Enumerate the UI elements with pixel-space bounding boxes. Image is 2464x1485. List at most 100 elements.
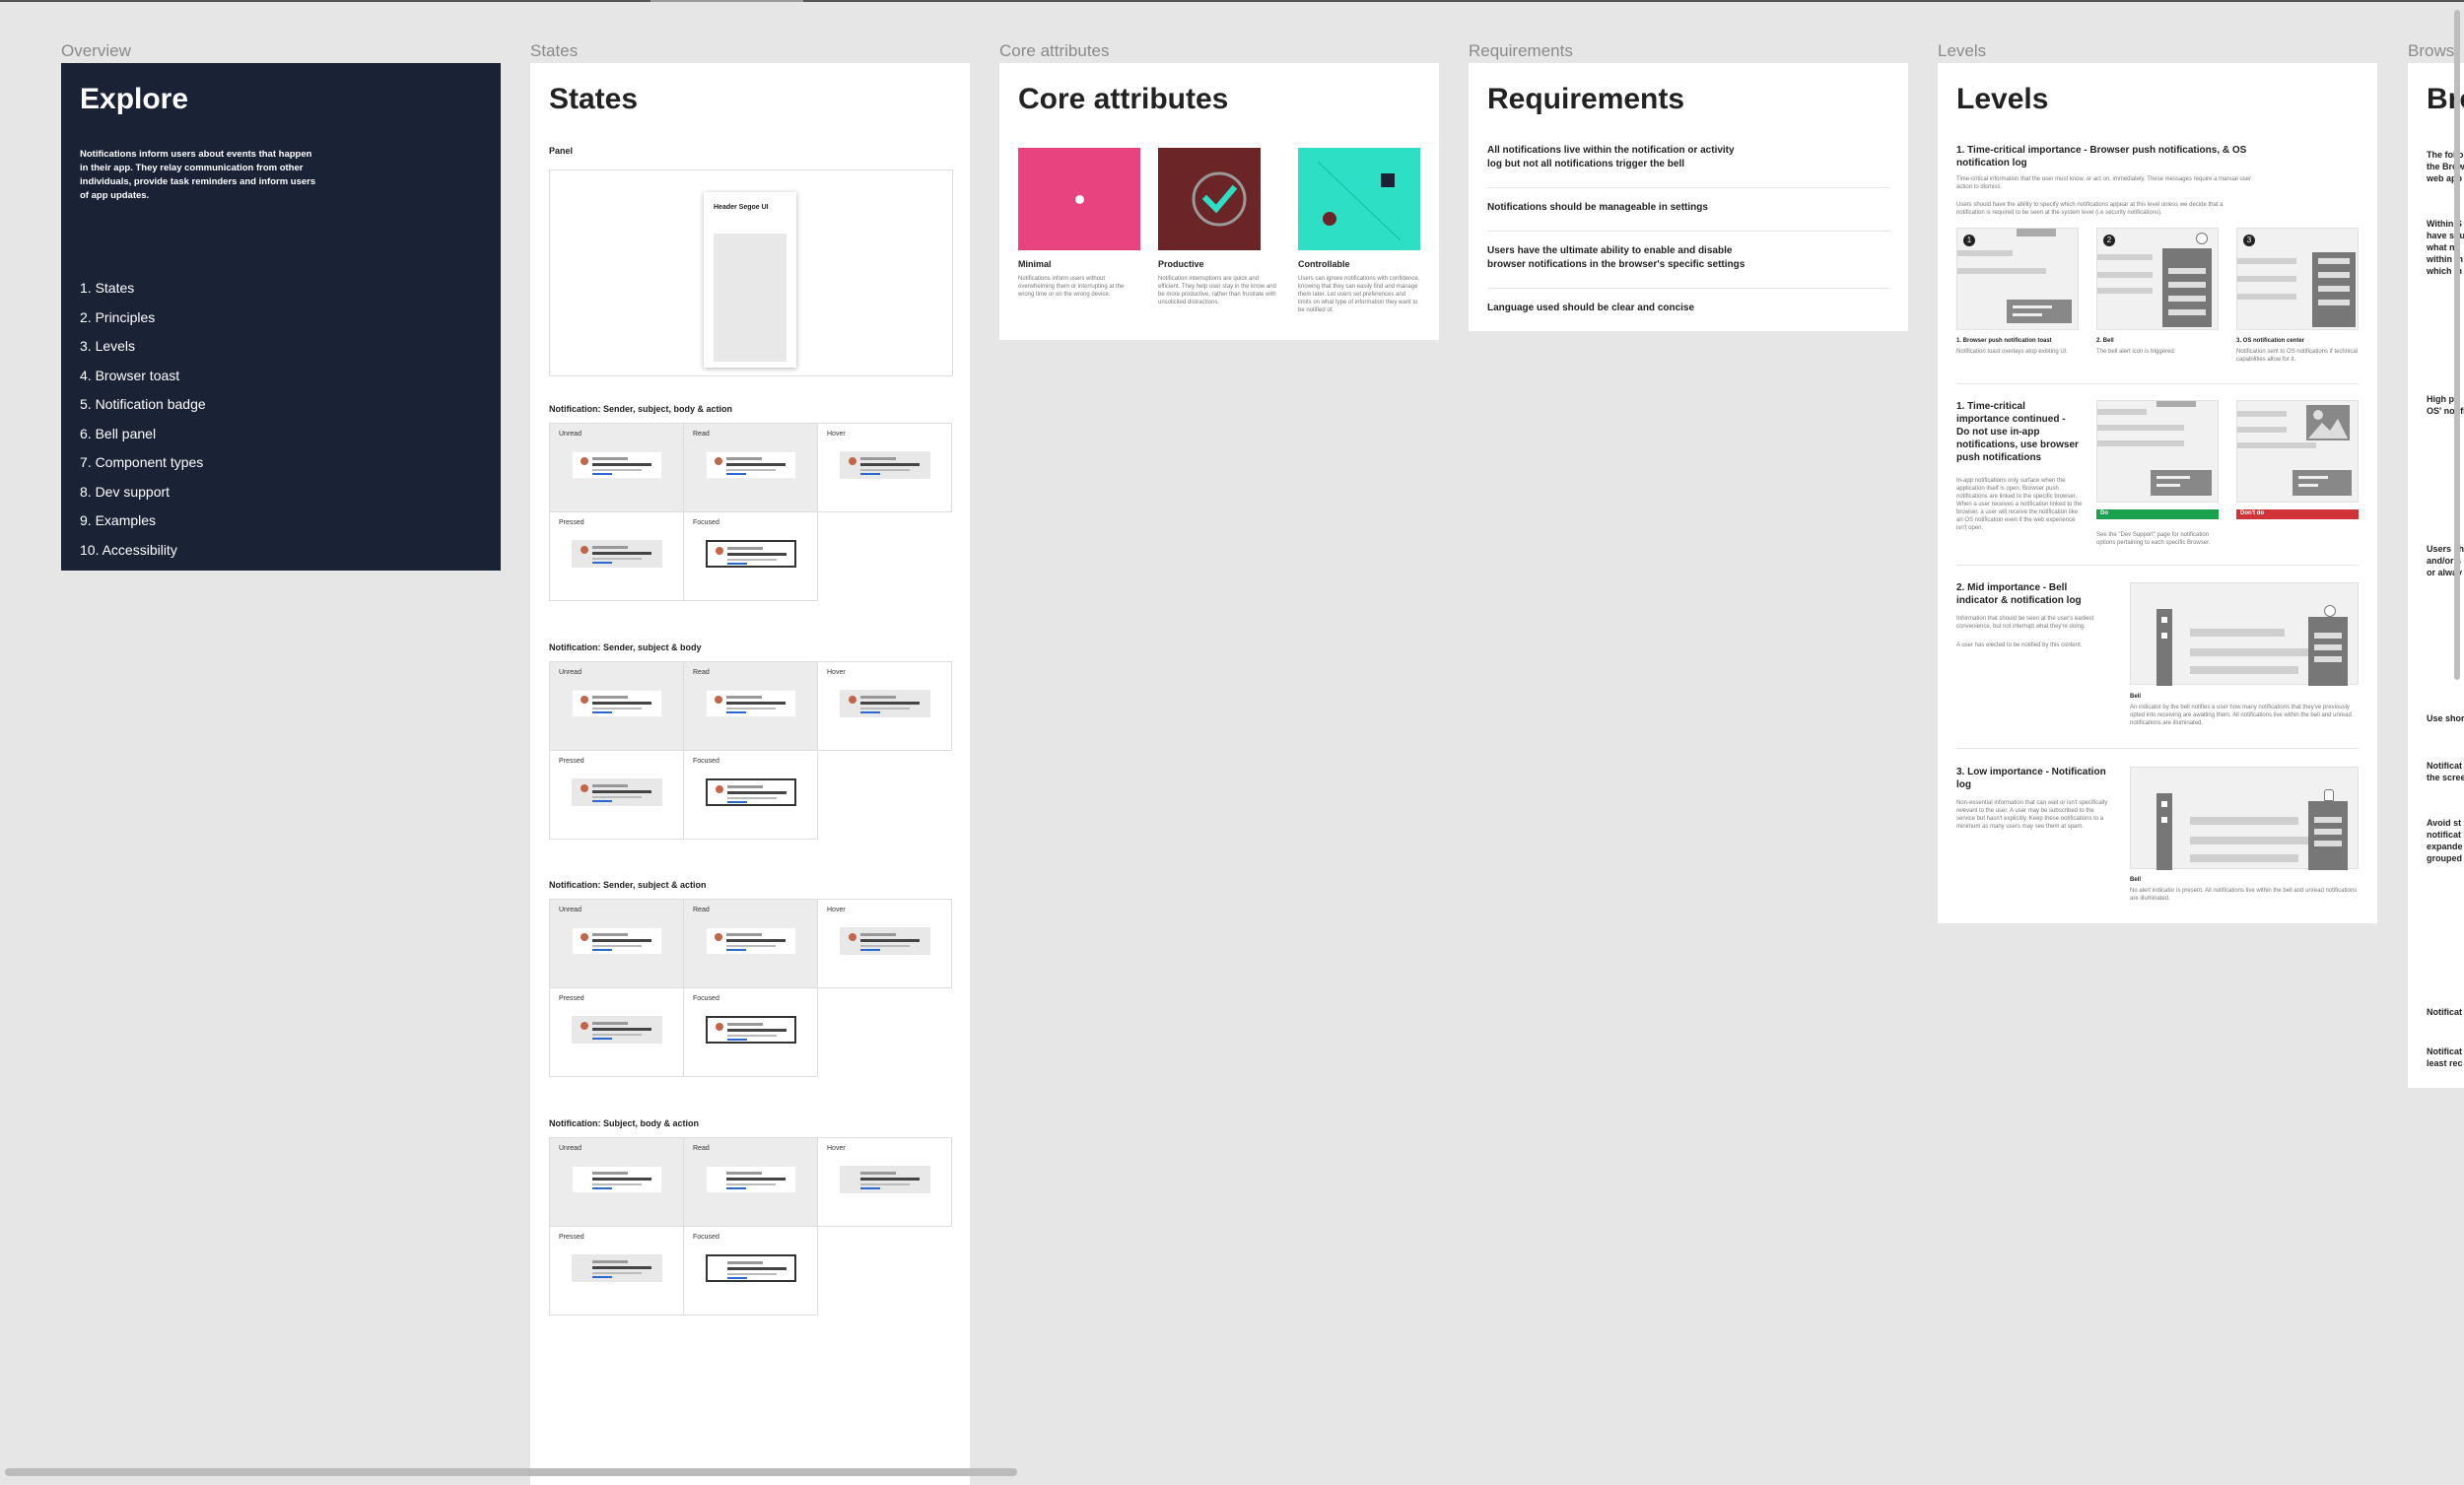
avatar <box>716 1023 723 1031</box>
toc-item[interactable]: 8. Dev support <box>80 478 482 507</box>
text-line <box>860 708 910 709</box>
requirements-frame[interactable]: Requirements All notifications live with… <box>1469 63 1908 331</box>
avatar <box>581 696 588 704</box>
text-line <box>860 702 920 705</box>
notification-card[interactable] <box>706 540 796 568</box>
text-line <box>726 1183 776 1185</box>
text-line <box>727 547 763 550</box>
text-line <box>592 1028 651 1031</box>
notification-card[interactable] <box>840 690 930 717</box>
top-progress-bar <box>0 0 2464 2</box>
text-line <box>592 457 628 460</box>
notification-card[interactable] <box>572 1016 662 1044</box>
level-2-caption: An indicator by the bell notifies a user… <box>2130 705 2352 726</box>
notification-card[interactable] <box>572 1166 662 1193</box>
notification-card[interactable] <box>706 451 796 479</box>
toc-item[interactable]: 5. Notification badge <box>80 390 482 420</box>
state-cell-focused: Focused <box>684 1227 818 1316</box>
level-3-title: 3. Low importance - Notification log <box>1956 767 2106 790</box>
state-cell-label: Pressed <box>559 995 584 1002</box>
avatar <box>581 933 588 941</box>
frame-label-requirements[interactable]: Requirements <box>1469 41 1573 61</box>
avatar <box>849 457 856 465</box>
notification-card[interactable] <box>840 1166 930 1193</box>
vertical-scrollbar[interactable] <box>2454 10 2460 680</box>
toc-item[interactable]: 3. Levels <box>80 332 482 362</box>
core-attributes-frame[interactable]: Core attributes Minimal Notifications in… <box>999 63 1439 340</box>
notification-card[interactable] <box>706 1254 796 1282</box>
avatar <box>715 457 722 465</box>
frame-label-overview[interactable]: Overview <box>61 41 131 61</box>
toc-item[interactable]: 7. Component types <box>80 448 482 478</box>
text-line <box>592 945 642 947</box>
level-2-desc: Information that should be seen at the u… <box>1956 616 2094 630</box>
overview-frame[interactable]: Explore Notifications inform users about… <box>61 63 501 571</box>
toc-item[interactable]: 2. Principles <box>80 304 482 333</box>
notification-card[interactable] <box>706 1016 796 1044</box>
browse-line: expande <box>2427 842 2463 851</box>
caption: 3. OS notification center Notification s… <box>2236 338 2359 364</box>
toc-item[interactable]: 1. States <box>80 274 482 304</box>
frame-label-levels[interactable]: Levels <box>1938 41 1986 61</box>
text-line <box>727 1029 787 1032</box>
state-cell-hover: Hover <box>818 900 952 988</box>
state-cell-label: Focused <box>693 519 719 526</box>
text-line <box>727 1273 777 1275</box>
frame-label-states[interactable]: States <box>530 41 578 61</box>
bell-wireframe: 2 <box>2096 228 2219 330</box>
notification-card[interactable] <box>706 927 796 955</box>
level-1-continued-desc: In-app notifications only surface when t… <box>1956 478 2083 531</box>
level-1-desc-2: Users should have the ability to specify… <box>1956 202 2224 216</box>
text-line <box>726 949 746 951</box>
top-progress-segment <box>650 0 803 2</box>
toc-item[interactable]: 10. Accessibility <box>80 536 482 566</box>
levels-frame[interactable]: Levels 1. Time-critical importance - Bro… <box>1938 63 2377 923</box>
state-grid: Unread Read Hover Pressed Focused <box>549 423 952 601</box>
state-cell-label: Read <box>693 431 710 438</box>
state-section-title: Notification: Subject, body & action <box>549 1118 700 1128</box>
toc-item[interactable]: 9. Examples <box>80 506 482 536</box>
frame-label-core-attributes[interactable]: Core attributes <box>999 41 1110 61</box>
text-line <box>592 1178 651 1181</box>
text-line <box>727 1267 787 1270</box>
notification-card[interactable] <box>706 690 796 717</box>
text-line <box>860 473 880 475</box>
caption-title: 1. Browser push notification toast <box>1956 338 2052 344</box>
text-line <box>860 939 920 942</box>
avatar <box>581 457 588 465</box>
divider <box>1956 383 2359 384</box>
state-cell-label: Focused <box>693 1234 719 1241</box>
text-line <box>860 711 880 713</box>
notification-card[interactable] <box>706 1166 796 1193</box>
notification-card[interactable] <box>706 778 796 806</box>
notification-card[interactable] <box>572 690 662 717</box>
text-line <box>860 457 896 460</box>
notification-card[interactable] <box>572 927 662 955</box>
text-line <box>592 800 612 802</box>
state-grid: Unread Read Hover Pressed Focused <box>549 661 952 840</box>
notification-card[interactable] <box>572 778 662 806</box>
browse-line: Avoid st <box>2427 818 2462 828</box>
toc-item[interactable]: 4. Browser toast <box>80 362 482 391</box>
text-line <box>726 939 786 942</box>
notification-card[interactable] <box>572 540 662 568</box>
notification-card[interactable] <box>840 927 930 955</box>
notification-card[interactable] <box>572 1254 662 1282</box>
panel-preview: Header Segoe UI <box>549 169 953 376</box>
horizontal-scrollbar[interactable] <box>5 1468 1017 1476</box>
text-line <box>727 563 747 565</box>
productive-tile <box>1158 148 1261 250</box>
notification-card[interactable] <box>572 451 662 479</box>
states-frame[interactable]: States Panel Header Segoe UI Notificatio… <box>530 63 970 1485</box>
state-section-title: Notification: Sender, subject, body & ac… <box>549 404 733 414</box>
frame-label-browse[interactable]: Browse <box>2408 41 2457 61</box>
browse-line: Notificat <box>2427 1046 2462 1056</box>
controls-icon <box>1317 161 1402 241</box>
caption: 2. Bell The bell alert icon is triggered… <box>2096 338 2219 356</box>
toc-item[interactable]: 6. Bell panel <box>80 420 482 449</box>
text-line <box>726 469 776 471</box>
notification-card[interactable] <box>840 451 930 479</box>
avatar <box>716 785 723 793</box>
text-line <box>727 553 787 556</box>
browse-line: Notificat <box>2427 761 2462 771</box>
